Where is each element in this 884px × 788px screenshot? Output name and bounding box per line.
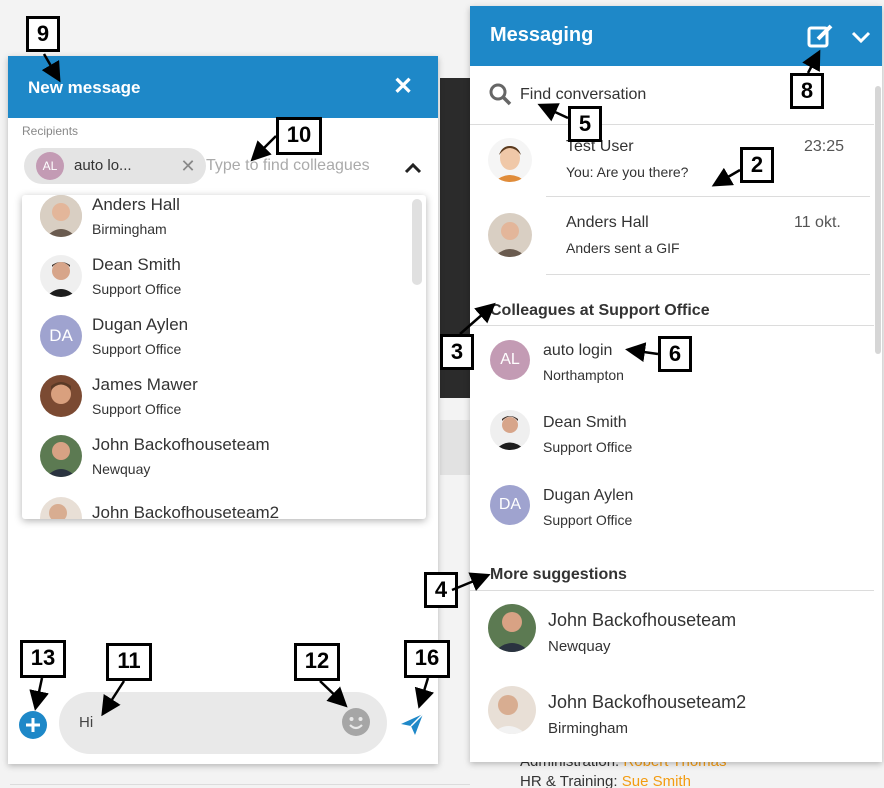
callout-6: 6 xyxy=(658,336,692,372)
callout-12: 12 xyxy=(294,643,340,681)
dropdown-item-dugan-aylen[interactable]: DA Dugan Aylen Support Office xyxy=(22,315,412,375)
colleague-location: Northampton xyxy=(543,367,624,383)
dropdown-item-location: Newquay xyxy=(92,461,151,477)
divider xyxy=(470,590,874,591)
dropdown-item-name: Dugan Aylen xyxy=(92,315,189,334)
conversation-preview: You: Are you there? xyxy=(566,164,689,180)
dropdown-item-name: James Mawer xyxy=(92,375,198,394)
suggestion-location: Newquay xyxy=(548,638,611,655)
compose-icon[interactable] xyxy=(806,22,834,50)
messaging-title: Messaging xyxy=(490,24,594,46)
close-icon[interactable]: ✕ xyxy=(390,74,416,100)
avatar: DA xyxy=(490,485,530,525)
avatar xyxy=(488,686,536,734)
callout-9: 9 xyxy=(26,16,60,52)
avatar xyxy=(488,604,536,652)
suggestion-item-john-backofhouseteam2[interactable]: John Backofhouseteam2 Birmingham xyxy=(470,686,870,748)
chevron-down-icon[interactable] xyxy=(848,24,874,50)
callout-2: 2 xyxy=(740,147,774,183)
colleague-item-dugan-aylen[interactable]: DA Dugan Aylen Support Office xyxy=(470,483,870,543)
new-message-title: New message xyxy=(28,78,141,97)
messaging-scrollbar[interactable] xyxy=(875,86,881,354)
avatar xyxy=(488,213,532,257)
new-message-panel: New message ✕ Recipients AL auto lo... ✕… xyxy=(8,56,438,764)
add-attachment-icon[interactable] xyxy=(18,710,48,740)
suggestion-name: John Backofhouseteam2 xyxy=(548,692,747,712)
recipients-label: Recipients xyxy=(22,124,79,138)
callout-4: 4 xyxy=(424,572,458,608)
search-icon xyxy=(489,83,512,106)
colleague-location: Support Office xyxy=(543,439,633,455)
chevron-up-icon[interactable] xyxy=(401,156,425,180)
messaging-header: Messaging xyxy=(470,6,882,66)
colleague-name: Dugan Aylen xyxy=(543,487,634,504)
dropdown-item-name: John Backofhouseteam xyxy=(92,435,270,454)
dropdown-item-location: Support Office xyxy=(92,341,182,357)
conversation-time: 23:25 xyxy=(804,138,845,155)
divider xyxy=(470,325,874,326)
message-input[interactable]: Hi xyxy=(59,692,387,754)
avatar: DA xyxy=(40,315,82,357)
background-hr-line: HR & Training: Sue Smith xyxy=(520,773,691,788)
suggestion-item-john-backofhouseteam[interactable]: John Backofhouseteam Newquay xyxy=(470,604,870,666)
dropdown-item-location: Support Office xyxy=(92,401,182,417)
suggestion-location: Birmingham xyxy=(548,720,629,737)
more-suggestions-heading: More suggestions xyxy=(490,566,627,583)
background-card-2 xyxy=(440,420,470,475)
conversation-preview: Anders sent a GIF xyxy=(566,240,680,256)
messaging-panel: Messaging Test User You: Are you there? … xyxy=(470,6,882,762)
callout-13: 13 xyxy=(20,640,66,678)
remove-chip-icon[interactable]: ✕ xyxy=(176,154,200,178)
colleague-item-dean-smith[interactable]: Dean Smith Support Office xyxy=(470,410,870,470)
callout-16: 16 xyxy=(404,640,450,678)
avatar xyxy=(40,255,82,297)
dropdown-item-james-mawer[interactable]: James Mawer Support Office xyxy=(22,375,412,435)
avatar xyxy=(490,410,530,450)
divider xyxy=(546,196,870,197)
recipient-chip[interactable]: AL auto lo... ✕ xyxy=(24,148,206,184)
recipient-chip-label: auto lo... xyxy=(74,157,132,174)
avatar: AL xyxy=(36,152,64,180)
conversation-time: 11 okt. xyxy=(794,214,841,231)
dropdown-item-john-backofhouseteam[interactable]: John Backofhouseteam Newquay xyxy=(22,435,412,495)
background-divider xyxy=(10,784,470,785)
emoji-icon[interactable] xyxy=(341,707,371,737)
avatar xyxy=(40,497,82,519)
divider xyxy=(470,124,874,125)
colleagues-heading: Colleagues at Support Office xyxy=(490,302,710,319)
colleague-name: auto login xyxy=(543,342,613,359)
callout-3: 3 xyxy=(440,334,474,370)
divider xyxy=(546,274,870,275)
dropdown-item-location: Support Office xyxy=(92,281,182,297)
conversation-item-anders-hall[interactable]: Anders Hall Anders sent a GIF 11 okt. xyxy=(470,208,870,270)
avatar xyxy=(40,375,82,417)
new-message-header: New message ✕ xyxy=(8,56,438,118)
message-input-text: Hi xyxy=(79,714,94,731)
callout-8: 8 xyxy=(790,73,824,109)
dropdown-item-anders-hall[interactable]: Anders Hall Birmingham xyxy=(22,195,412,255)
avatar xyxy=(40,195,82,237)
callout-11: 11 xyxy=(106,643,152,681)
dropdown-item-john-backofhouseteam2[interactable]: John Backofhouseteam2 xyxy=(22,497,412,519)
suggestion-name: John Backofhouseteam xyxy=(548,610,737,630)
send-icon[interactable] xyxy=(398,710,426,738)
colleague-name: Dean Smith xyxy=(543,414,627,431)
avatar xyxy=(488,138,532,182)
conversation-item-test-user[interactable]: Test User You: Are you there? 23:25 xyxy=(470,134,870,196)
conversation-name: Anders Hall xyxy=(566,214,649,231)
dropdown-item-location: Birmingham xyxy=(92,221,167,237)
dropdown-item-name: Dean Smith xyxy=(92,255,181,274)
colleague-location: Support Office xyxy=(543,512,633,528)
dropdown-scrollbar[interactable] xyxy=(412,199,422,285)
avatar xyxy=(40,435,82,477)
dropdown-item-dean-smith[interactable]: Dean Smith Support Office xyxy=(22,255,412,315)
dropdown-item-name: Anders Hall xyxy=(92,195,180,214)
callout-5: 5 xyxy=(568,106,602,142)
dropdown-item-name: John Backofhouseteam2 xyxy=(92,503,280,519)
find-conversation-input[interactable] xyxy=(520,82,820,108)
colleague-dropdown: Anders Hall Birmingham Dean Smith Suppor… xyxy=(22,195,426,519)
callout-10: 10 xyxy=(276,117,322,155)
avatar: AL xyxy=(490,340,530,380)
